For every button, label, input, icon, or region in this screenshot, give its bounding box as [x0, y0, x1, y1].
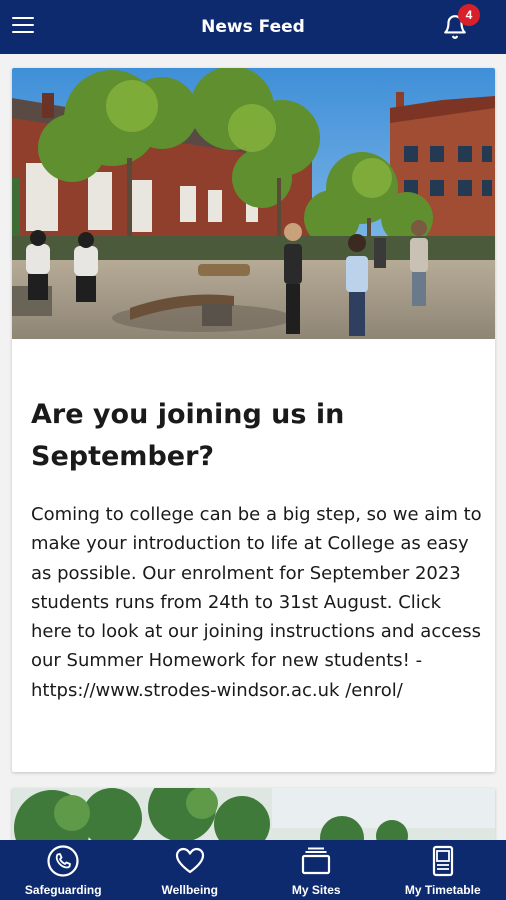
page-title: News Feed: [201, 17, 305, 37]
news-card[interactable]: Are you joining us in September? Coming …: [12, 68, 495, 772]
notifications-button[interactable]: 4: [442, 4, 480, 40]
heart-icon: [175, 847, 204, 874]
timetable-icon: [432, 845, 453, 877]
phone-icon: [47, 845, 79, 877]
bottom-nav: Safeguarding Wellbeing My Sites My Timet…: [0, 840, 506, 900]
nav-my-timetable[interactable]: My Timetable: [380, 840, 506, 900]
sites-icon: [302, 847, 331, 875]
news-card-body: Coming to college can be a big step, so …: [31, 504, 482, 701]
nav-safeguarding[interactable]: Safeguarding: [0, 840, 127, 900]
nav-wellbeing[interactable]: Wellbeing: [127, 840, 254, 900]
top-app-bar: News Feed 4: [0, 0, 506, 54]
nav-label-my-sites: My Sites: [291, 883, 341, 897]
news-card-title: Are you joining us in September?: [31, 399, 345, 472]
menu-icon[interactable]: [12, 17, 34, 35]
news-card-next[interactable]: [12, 788, 495, 840]
notification-badge: 4: [458, 4, 480, 26]
nav-label-wellbeing: Wellbeing: [161, 883, 218, 897]
nav-my-sites[interactable]: My Sites: [253, 840, 380, 900]
news-card-image: [12, 68, 495, 339]
nav-label-safeguarding: Safeguarding: [24, 883, 102, 897]
news-feed[interactable]: Are you joining us in September? Coming …: [0, 54, 506, 840]
nav-label-my-timetable: My Timetable: [404, 883, 481, 897]
news-card-next-image: [12, 788, 495, 840]
